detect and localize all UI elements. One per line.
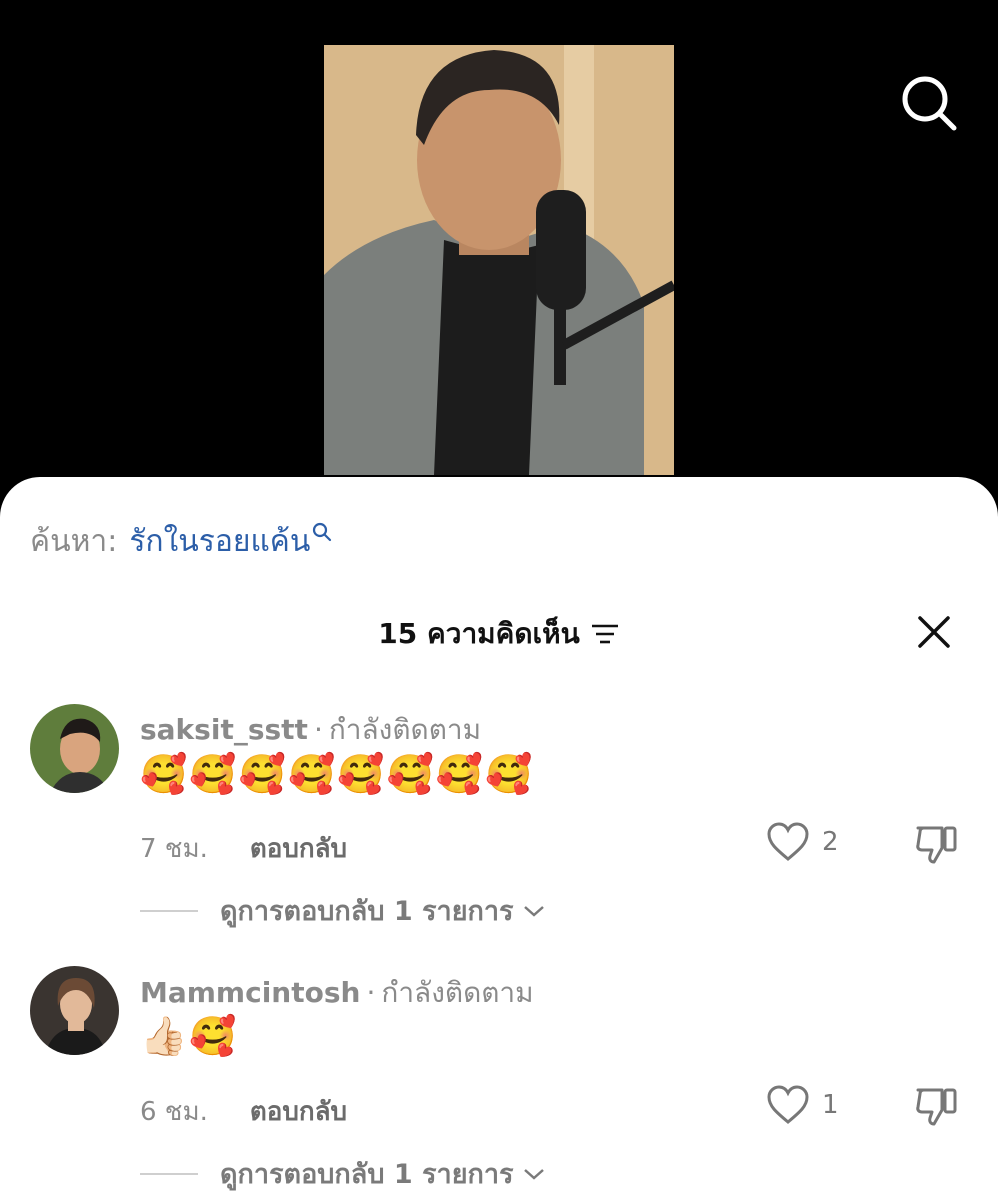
like-count: 2 (822, 827, 839, 857)
video-player[interactable] (0, 0, 998, 520)
follow-status: กำลังติดตาม (381, 976, 534, 1009)
like-count: 1 (822, 1090, 839, 1120)
comment-username[interactable]: Mammcintosh (140, 976, 360, 1009)
divider (140, 909, 198, 912)
heart-icon (767, 1085, 809, 1124)
comment-header: Mammcintosh · กำลังติดตาม (140, 976, 534, 1009)
like-button[interactable]: 1 (766, 1085, 839, 1125)
comment-time: 6 ชม. (140, 1097, 208, 1127)
comments-count-title: 15 ความคิดเห็น (378, 617, 580, 650)
reply-button[interactable]: ตอบกลับ (250, 1091, 347, 1132)
avatar[interactable] (30, 704, 119, 793)
dislike-icon[interactable] (914, 824, 960, 870)
comments-header: 15 ความคิดเห็น (0, 612, 998, 656)
search-suggestion[interactable]: ค้นหา: รักในรอยแค้น (30, 518, 332, 565)
search-query-link[interactable]: รักในรอยแค้น (129, 518, 310, 565)
follow-status: กำลังติดตาม (328, 713, 482, 746)
view-replies-button[interactable]: ดูการตอบกลับ 1 รายการ (140, 889, 546, 932)
like-button[interactable]: 2 (766, 822, 839, 862)
chevron-down-icon (523, 1168, 544, 1180)
view-replies-label: ดูการตอบกลับ 1 รายการ (220, 896, 514, 927)
dislike-icon[interactable] (914, 1086, 960, 1132)
view-replies-label: ดูการตอบกลับ 1 รายการ (220, 1159, 514, 1190)
avatar[interactable] (30, 966, 119, 1055)
comment-text: 👍🏻🥰 (140, 1014, 239, 1058)
comment-text: 🥰🥰🥰🥰🥰🥰🥰🥰 (140, 752, 535, 796)
heart-icon (767, 822, 809, 861)
view-replies-button[interactable]: ดูการตอบกลับ 1 รายการ (140, 1152, 546, 1195)
search-icon (313, 522, 332, 542)
reply-button[interactable]: ตอบกลับ (250, 828, 347, 869)
search-icon[interactable] (896, 70, 962, 136)
chevron-down-icon (523, 905, 544, 917)
filter-icon[interactable] (590, 622, 620, 646)
comment-username[interactable]: saksit_sstt (140, 713, 308, 746)
divider (140, 1172, 198, 1175)
search-prefix: ค้นหา: (30, 524, 118, 559)
comment-meta: 7 ชม. ตอบกลับ (140, 828, 347, 869)
close-icon[interactable] (912, 610, 956, 654)
comment-meta: 6 ชม. ตอบกลับ (140, 1091, 347, 1132)
comment-header: saksit_sstt · กำลังติดตาม (140, 713, 482, 746)
video-thumbnail (324, 45, 674, 475)
comment-time: 7 ชม. (140, 834, 208, 864)
